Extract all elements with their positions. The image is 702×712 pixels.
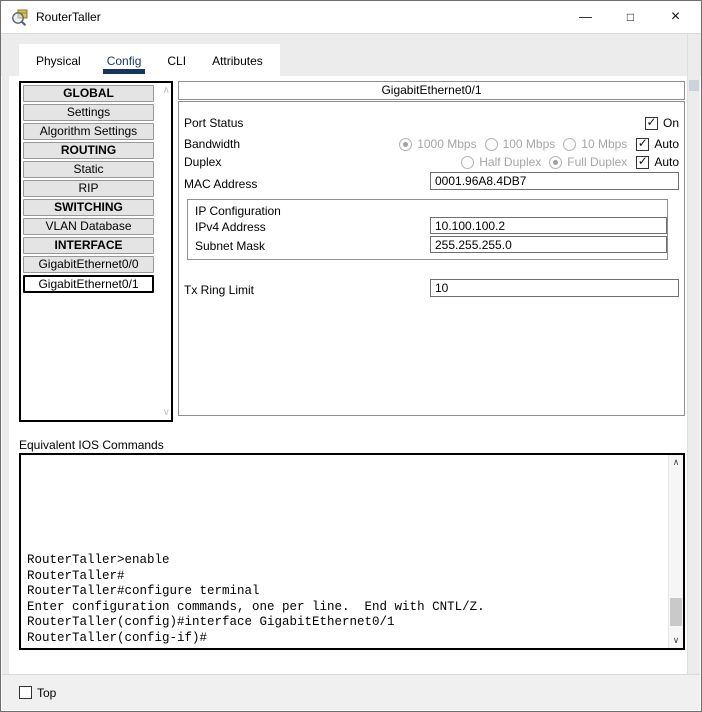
duplex-row: Duplex Half Duplex Full Duplex ✓ Auto — [184, 154, 679, 170]
tab-group: PhysicalConfigCLIAttributes — [19, 44, 280, 77]
port-status-row: Port Status ✓ On — [184, 115, 679, 131]
sidebar-list: GLOBAL Settings Algorithm Settings ROUTING S… — [23, 85, 154, 295]
bandwidth-auto-checkbox[interactable]: ✓ — [636, 138, 649, 151]
window-title: RouterTaller — [36, 10, 101, 24]
sidebar-item-gigabitethernet0-0[interactable]: GigabitEthernet0/0 — [23, 256, 154, 273]
check-icon: ✓ — [638, 156, 648, 166]
page-scrollbar-thumb[interactable] — [689, 80, 699, 91]
tab-config[interactable]: Config — [94, 44, 155, 77]
duplex-auto-checkbox[interactable]: ✓ — [636, 156, 649, 169]
sidebar-item-static[interactable]: Static — [23, 161, 154, 178]
sidebar-item-vlan-database[interactable]: VLAN Database — [23, 218, 154, 235]
packet-tracer-icon — [10, 8, 29, 26]
tx-ring-limit-input[interactable] — [430, 279, 679, 297]
ios-commands-label: Equivalent IOS Commands — [19, 438, 164, 452]
bandwidth-auto-label: Auto — [654, 137, 679, 151]
page-scrollbar[interactable] — [687, 34, 700, 675]
sidebar-item-settings[interactable]: Settings — [23, 104, 154, 121]
terminal-line: RouterTaller(config-if)# — [27, 631, 485, 647]
sidebar-item-switching[interactable]: SWITCHING — [23, 199, 154, 216]
bandwidth-radio-100-mbps[interactable] — [485, 138, 498, 151]
interface-panel-title: GigabitEthernet0/1 — [178, 81, 685, 100]
subnet-mask-label: Subnet Mask — [195, 239, 265, 253]
terminal-line: RouterTaller>enable — [27, 553, 485, 569]
sidebar-scroll-up-icon[interactable]: ∧ — [163, 85, 170, 96]
title-bar: RouterTaller — □ × — [1, 1, 701, 33]
ip-configuration-group: IP Configuration IPv4 Address Subnet Mas… — [187, 199, 668, 260]
bandwidth-radio-label: 10 Mbps — [581, 137, 627, 151]
sidebar-item-routing[interactable]: ROUTING — [23, 142, 154, 159]
sidebar-item-algorithm-settings[interactable]: Algorithm Settings — [23, 123, 154, 140]
terminal-line: Enter configuration commands, one per li… — [27, 600, 485, 616]
left-gutter — [2, 34, 9, 675]
bandwidth-radio-1000-mbps[interactable] — [399, 138, 412, 151]
terminal-scrollbar-thumb[interactable] — [670, 598, 682, 626]
ios-commands-terminal: RouterTaller>enableRouterTaller#RouterTa… — [19, 453, 685, 650]
terminal-text: RouterTaller>enableRouterTaller#RouterTa… — [27, 553, 485, 646]
check-icon: ✓ — [646, 117, 656, 127]
duplex-radio-full-duplex[interactable] — [549, 156, 562, 169]
sidebar-item-gigabitethernet0-1[interactable]: GigabitEthernet0/1 — [23, 275, 154, 293]
subnet-mask-input[interactable] — [430, 236, 667, 253]
terminal-scrollbar[interactable]: ∧ ∨ — [668, 455, 683, 648]
bandwidth-radio-10-mbps[interactable] — [563, 138, 576, 151]
ip-configuration-title: IP Configuration — [195, 204, 281, 218]
duplex-auto-label: Auto — [654, 155, 679, 169]
top-checkbox-label: Top — [37, 686, 56, 700]
terminal-line: RouterTaller(config)#interface GigabitEt… — [27, 615, 485, 631]
tab-attributes[interactable]: Attributes — [199, 44, 276, 77]
interface-panel: Port Status ✓ On Bandwidth 1000 Mbps 100 … — [178, 101, 685, 416]
terminal-scroll-down-icon[interactable]: ∨ — [669, 635, 683, 646]
ipv4-address-input[interactable] — [430, 217, 667, 234]
config-sidebar: GLOBAL Settings Algorithm Settings ROUTING S… — [19, 81, 173, 422]
terminal-scroll-up-icon[interactable]: ∧ — [669, 457, 683, 468]
ipv4-address-label: IPv4 Address — [195, 220, 266, 234]
close-icon[interactable]: × — [653, 1, 698, 32]
tab-physical[interactable]: Physical — [23, 44, 94, 77]
terminal-line: RouterTaller# — [27, 569, 485, 585]
maximize-icon[interactable]: □ — [608, 1, 653, 32]
sidebar-scroll-down-icon[interactable]: ∨ — [163, 407, 170, 418]
duplex-radio-label: Half Duplex — [479, 155, 541, 169]
app-window: RouterTaller — □ × PhysicalConfigCLIAttr… — [0, 0, 702, 712]
tab-cli[interactable]: CLI — [154, 44, 199, 77]
port-status-label: Port Status — [184, 116, 243, 130]
sidebar-item-global[interactable]: GLOBAL — [23, 85, 154, 102]
sidebar-item-rip[interactable]: RIP — [23, 180, 154, 197]
window-controls: — □ × — [563, 1, 698, 32]
duplex-label: Duplex — [184, 155, 221, 169]
mac-address-label: MAC Address — [184, 177, 257, 191]
bottom-bar: Top — [2, 674, 700, 710]
top-checkbox[interactable] — [19, 686, 32, 699]
duplex-radio-half-duplex[interactable] — [461, 156, 474, 169]
port-status-on-label: On — [663, 116, 679, 130]
mac-address-input[interactable] — [430, 172, 679, 190]
minimize-icon[interactable]: — — [563, 1, 608, 32]
bandwidth-radio-label: 100 Mbps — [503, 137, 556, 151]
sidebar-item-interface[interactable]: INTERFACE — [23, 237, 154, 254]
port-status-checkbox[interactable]: ✓ — [645, 117, 658, 130]
terminal-line: RouterTaller#configure terminal — [27, 584, 485, 600]
check-icon: ✓ — [638, 138, 648, 148]
bandwidth-label: Bandwidth — [184, 137, 240, 151]
duplex-radio-label: Full Duplex — [567, 155, 627, 169]
bandwidth-row: Bandwidth 1000 Mbps 100 Mbps 10 Mbps ✓ Auto — [184, 136, 679, 152]
bandwidth-radio-label: 1000 Mbps — [417, 137, 476, 151]
tx-ring-limit-label: Tx Ring Limit — [184, 283, 254, 297]
tab-strip: PhysicalConfigCLIAttributes — [1, 33, 701, 76]
